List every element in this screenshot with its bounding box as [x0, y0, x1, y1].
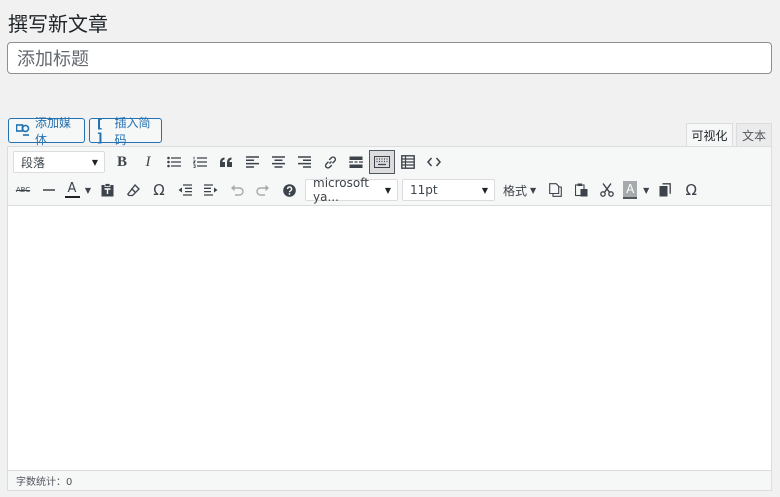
post-title-input[interactable]: 添加标题	[7, 42, 772, 74]
scissors-icon	[600, 183, 615, 197]
redo-icon	[256, 184, 269, 196]
blockquote-button[interactable]	[213, 150, 239, 174]
read-more-button[interactable]	[343, 150, 369, 174]
source-code-button[interactable]	[421, 150, 447, 174]
text-color-letter: A	[67, 181, 77, 196]
special-character-button[interactable]: Ω	[146, 178, 172, 202]
copy-format-icon	[659, 183, 672, 197]
undo-icon	[231, 184, 244, 196]
keyboard-shortcuts-button[interactable]	[276, 178, 302, 202]
strikethrough-button[interactable]: ABC	[10, 178, 36, 202]
background-color-dropdown-icon[interactable]: ▼	[640, 178, 652, 202]
copy-format-button[interactable]	[652, 178, 678, 202]
tab-visual[interactable]: 可视化	[686, 123, 733, 147]
align-right-icon	[297, 156, 311, 168]
background-color-letter: A	[623, 181, 638, 199]
word-count: 字数统计：0	[16, 477, 73, 488]
page-title: 撰写新文章	[8, 12, 108, 36]
add-media-label: 添加媒体	[35, 115, 72, 147]
paste-as-text-button[interactable]	[94, 178, 120, 202]
add-media-button[interactable]: 添加媒体	[8, 116, 85, 147]
formats-menu-label: 格式	[503, 183, 528, 198]
cut-button[interactable]	[594, 178, 620, 202]
paragraph-format-value: 段落	[21, 155, 46, 170]
quote-icon	[220, 157, 232, 167]
help-icon	[282, 183, 296, 197]
background-color-button[interactable]: A	[620, 178, 640, 202]
redo-button[interactable]	[250, 178, 276, 202]
italic-button[interactable]: I	[135, 150, 161, 174]
text-color-swatch	[64, 196, 80, 198]
chevron-down-icon: ▼	[384, 185, 391, 195]
text-color-dropdown-icon[interactable]: ▼	[82, 178, 94, 202]
decrease-indent-button[interactable]	[172, 178, 198, 202]
paste-icon	[574, 183, 588, 197]
bullet-list-icon	[167, 156, 181, 168]
editor: 段落 ▼ B I ABC A ▼ Ω microsoft ya... ▼ 11p…	[7, 146, 772, 491]
increase-indent-button[interactable]	[198, 178, 224, 202]
text-color-button[interactable]: A	[62, 178, 82, 202]
bold-button[interactable]: B	[109, 150, 135, 174]
read-more-icon	[349, 156, 363, 168]
clear-formatting-button[interactable]	[120, 178, 146, 202]
insert-shortcode-label: 插入简码	[114, 115, 151, 147]
undo-button[interactable]	[224, 178, 250, 202]
toolbar-row-1: 段落 ▼ B I	[8, 148, 447, 176]
font-size-value: 11pt	[410, 183, 438, 197]
table-icon	[401, 155, 415, 169]
chevron-down-icon: ▼	[481, 185, 488, 195]
link-icon	[324, 155, 336, 169]
font-size-select[interactable]: 11pt ▼	[402, 179, 495, 201]
align-center-icon	[271, 156, 285, 168]
insert-link-button[interactable]	[317, 150, 343, 174]
keyboard-icon	[374, 156, 390, 168]
editor-status-bar: 字数统计：0	[8, 470, 771, 490]
numbered-list-icon	[193, 156, 207, 168]
shortcode-bracket-icon: [ ]	[97, 116, 103, 145]
horizontal-line-button[interactable]	[36, 178, 62, 202]
special-character-button-2[interactable]: Ω	[678, 178, 704, 202]
add-media-icon	[16, 124, 30, 137]
align-right-button[interactable]	[291, 150, 317, 174]
paste-button[interactable]	[568, 178, 594, 202]
chevron-down-icon: ▼	[530, 185, 537, 195]
align-left-icon	[245, 156, 259, 168]
font-family-value: microsoft ya...	[313, 176, 369, 204]
paste-text-icon	[101, 183, 113, 197]
post-title-placeholder: 添加标题	[17, 49, 89, 70]
indent-icon	[204, 184, 218, 196]
table-button[interactable]	[395, 150, 421, 174]
toolbar-toggle-button[interactable]	[369, 150, 395, 174]
copy-icon	[548, 183, 562, 197]
insert-shortcode-button[interactable]: [ ] 插入简码	[89, 116, 162, 147]
tab-text[interactable]: 文本	[736, 123, 772, 147]
toolbar-row-2: ABC A ▼ Ω microsoft ya... ▼ 11pt ▼ 格式 ▼ …	[8, 176, 704, 204]
copy-button[interactable]	[542, 178, 568, 202]
align-left-button[interactable]	[239, 150, 265, 174]
code-icon	[427, 157, 441, 167]
font-family-select[interactable]: microsoft ya... ▼	[305, 176, 398, 204]
paragraph-format-select[interactable]: 段落 ▼	[13, 151, 105, 173]
chevron-down-icon: ▼	[91, 157, 98, 167]
editor-toolbar: 段落 ▼ B I ABC A ▼ Ω microsoft ya... ▼ 11p…	[8, 147, 771, 206]
horizontal-line-icon	[43, 189, 55, 191]
bullet-list-button[interactable]	[161, 150, 187, 174]
eraser-icon	[126, 183, 140, 196]
outdent-icon	[178, 184, 192, 196]
editor-content-area[interactable]	[8, 207, 771, 471]
align-center-button[interactable]	[265, 150, 291, 174]
numbered-list-button[interactable]	[187, 150, 213, 174]
formats-menu-button[interactable]: 格式 ▼	[497, 178, 542, 202]
